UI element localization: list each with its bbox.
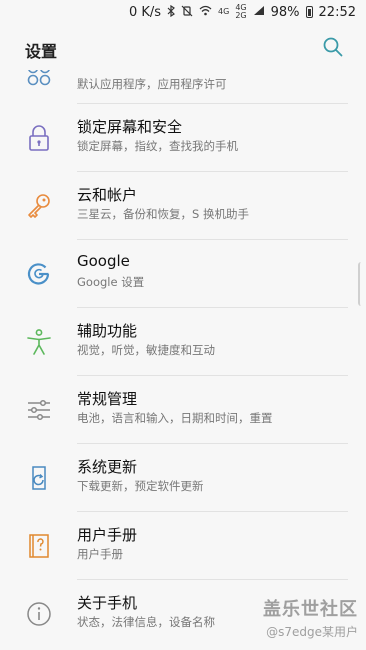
signal-icon [253,5,265,19]
manual-icon [25,532,53,560]
settings-item-sub: 电池，语言和输入，日期和时间，重置 [77,411,273,425]
settings-item-user-manual[interactable]: 用户手册 用户手册 [0,512,366,580]
network-dual-label: 4G 2G [235,3,247,20]
settings-item-sub: 用户手册 [77,547,123,561]
search-icon[interactable] [322,36,344,58]
settings-item-apps[interactable]: 默认应用程序，应用程序许可 [0,70,366,104]
settings-item-title: 系统更新 [77,458,138,476]
settings-item-sub: 三星云，备份和恢复，S 换机助手 [77,207,249,221]
watermark-user: @s7edge某用户 [266,625,358,639]
bluetooth-icon [167,4,175,20]
settings-item-general-management[interactable]: 常规管理 电池，语言和输入，日期和时间，重置 [0,376,366,444]
settings-item-cloud-accounts[interactable]: 云和帐户 三星云，备份和恢复，S 换机助手 [0,172,366,240]
info-icon [25,600,53,628]
settings-item-title: Google [77,252,130,270]
apps-icon [25,70,53,88]
settings-item-google[interactable]: Google Google 设置 [0,240,366,308]
settings-item-lock-screen-security[interactable]: 锁定屏幕和安全 锁定屏幕，指纹，查找我的手机 [0,104,366,172]
settings-item-sub: 下载更新，预定软件更新 [77,479,204,493]
clock: 22:52 [318,4,356,20]
scroll-indicator[interactable] [358,262,366,306]
settings-item-title: 云和帐户 [77,186,138,204]
settings-item-title: 常规管理 [77,390,138,408]
app-bar: 设置 [0,24,366,70]
watermark-title: 盖乐世社区 [263,599,358,620]
status-bar: 0 K/s 4G 4G 2G 98% 22:52 [0,0,366,24]
vibrate-mute-icon [181,5,193,20]
page-title: 设置 [25,42,58,61]
google-icon [25,260,53,288]
settings-item-accessibility[interactable]: 辅助功能 视觉，听觉，敏捷度和互动 [0,308,366,376]
net-speed: 0 K/s [128,4,162,20]
settings-item-sub: 锁定屏幕，指纹，查找我的手机 [77,139,238,153]
settings-item-title: 辅助功能 [77,322,138,340]
wifi-icon [199,5,212,19]
battery-icon [305,6,313,18]
key-icon [25,192,53,220]
settings-item-title: 关于手机 [77,594,138,612]
settings-screen: 0 K/s 4G 4G 2G 98% 22:52 设置 默认应用程序，应用程序许… [0,0,366,650]
sliders-icon [25,396,53,424]
network-4g-label: 4G [218,7,230,16]
battery-percent: 98% [270,4,300,20]
update-icon [25,464,53,492]
settings-item-title: 用户手册 [77,526,138,544]
accessibility-icon [25,328,53,356]
settings-item-software-update[interactable]: 系统更新 下载更新，预定软件更新 [0,444,366,512]
settings-item-sub: 默认应用程序，应用程序许可 [77,77,227,91]
settings-item-sub: Google 设置 [77,275,145,289]
settings-list: 默认应用程序，应用程序许可 锁定屏幕和安全 锁定屏幕，指纹，查找我的手机 云和帐… [0,70,366,650]
settings-item-sub: 状态，法律信息，设备名称 [77,615,215,629]
lock-icon [25,124,53,152]
settings-item-sub: 视觉，听觉，敏捷度和互动 [77,343,215,357]
watermark: 盖乐世社区 @s7edge某用户 [263,595,358,640]
settings-item-title: 锁定屏幕和安全 [77,118,183,136]
